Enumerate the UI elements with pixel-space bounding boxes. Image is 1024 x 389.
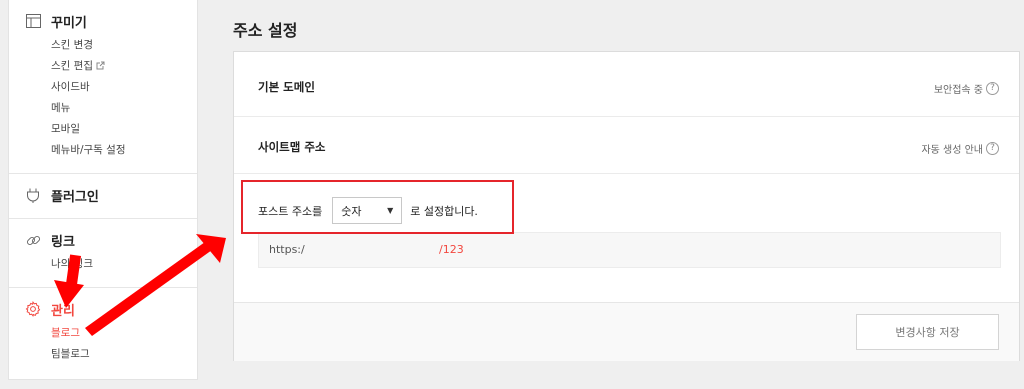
page-title: 주소 설정 (233, 21, 298, 40)
sidebar-item-menubar[interactable]: 메뉴바/구독 설정 (51, 140, 183, 161)
sidebar-item-menu[interactable]: 메뉴 (51, 98, 183, 119)
url-scheme: https:/ (269, 243, 305, 256)
sidebar-item-blog[interactable]: 블로그 (51, 323, 183, 344)
sidebar: 꾸미기 스킨 변경 스킨 편집 사이드바 메뉴 모바일 메뉴바/구독 설정 플러… (8, 0, 198, 380)
sidebar-submenu: 스킨 변경 스킨 편집 사이드바 메뉴 모바일 메뉴바/구독 설정 (51, 35, 183, 161)
sidebar-item-mobile[interactable]: 모바일 (51, 119, 183, 140)
sidebar-section-title: 플러그인 (51, 189, 99, 205)
sidebar-item-plugin[interactable]: 플러그인 (25, 184, 183, 206)
url-suffix: /123 (439, 243, 464, 256)
default-domain-label: 기본 도메인 (258, 80, 315, 94)
address-settings-panel: 기본 도메인 보안접속 중 ? 사이트맵 주소 자동 생성 안내 ? 포스트 주… (233, 51, 1020, 361)
default-domain-row: 기본 도메인 보안접속 중 ? (234, 52, 1019, 117)
sidebar-item-skin-change[interactable]: 스킨 변경 (51, 35, 183, 56)
sidebar-section-manage: 관리 블로그 팀블로그 (9, 288, 197, 377)
gear-icon (25, 301, 41, 317)
sitemap-row: 사이트맵 주소 자동 생성 안내 ? (234, 117, 1019, 174)
post-address-setting: 포스트 주소를 숫자 ▼ 로 설정합니다. (258, 197, 478, 224)
post-address-select[interactable]: 숫자 ▼ (332, 197, 403, 224)
layout-icon (25, 13, 41, 29)
help-circle-icon[interactable]: ? (986, 142, 999, 155)
sidebar-section-plugin: 플러그인 (9, 174, 197, 219)
secure-connection-text: 보안접속 중 (933, 85, 983, 96)
sidebar-section-link: 링크 나의 링크 (9, 219, 197, 288)
caret-down-icon: ▼ (387, 206, 394, 215)
panel-footer: 변경사항 저장 (234, 302, 1019, 361)
sidebar-section-title: 링크 (51, 234, 75, 250)
sidebar-item-label: 스킨 편집 (51, 60, 93, 72)
sidebar-item-decorate[interactable]: 꾸미기 (25, 10, 183, 32)
sidebar-submenu: 블로그 팀블로그 (51, 323, 183, 365)
plug-icon (25, 187, 41, 203)
external-link-icon (96, 57, 105, 78)
sidebar-item-sidebar[interactable]: 사이드바 (51, 77, 183, 98)
link-icon (25, 232, 41, 248)
sidebar-item-skin-edit[interactable]: 스킨 편집 (51, 56, 183, 77)
auto-generate-guide: 자동 생성 안내 ? (921, 141, 999, 156)
post-address-prefix: 포스트 주소를 (258, 204, 323, 218)
sidebar-section-title: 관리 (51, 303, 75, 319)
sitemap-label: 사이트맵 주소 (258, 140, 326, 154)
sidebar-item-team-blog[interactable]: 팀블로그 (51, 344, 183, 365)
url-preview: https:/ /123 (258, 232, 1001, 268)
sidebar-section-title: 꾸미기 (51, 15, 87, 31)
post-address-selected: 숫자 (341, 204, 362, 218)
post-address-suffix: 로 설정합니다. (410, 204, 478, 218)
sidebar-item-link[interactable]: 링크 (25, 229, 183, 251)
help-circle-icon[interactable]: ? (986, 82, 999, 95)
sidebar-submenu: 나의 링크 (51, 254, 183, 275)
sidebar-item-manage[interactable]: 관리 (25, 298, 183, 320)
sidebar-section-decorate: 꾸미기 스킨 변경 스킨 편집 사이드바 메뉴 모바일 메뉴바/구독 설정 (9, 0, 197, 174)
auto-generate-text: 자동 생성 안내 (921, 145, 983, 156)
sidebar-item-my-link[interactable]: 나의 링크 (51, 254, 183, 275)
secure-connection-status: 보안접속 중 ? (934, 81, 999, 96)
save-changes-button[interactable]: 변경사항 저장 (856, 314, 999, 350)
